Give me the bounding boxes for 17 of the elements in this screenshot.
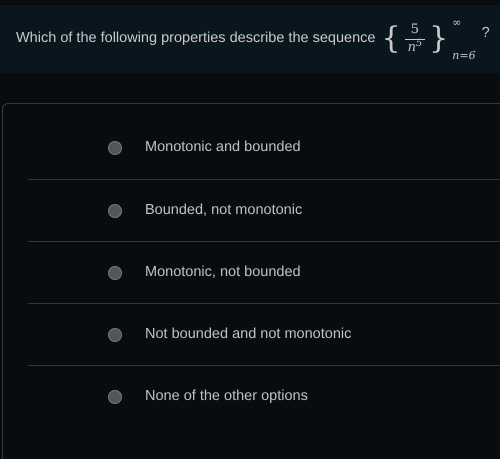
upper-limit: ∞ [452,17,462,28]
question-mark: ? [482,24,490,44]
option-label[interactable]: None of the other options [145,386,308,408]
radio-button[interactable] [108,141,122,155]
radio-button[interactable] [108,266,122,280]
radio-button[interactable] [108,204,122,218]
math-brace: } [429,24,448,54]
option-label[interactable]: Monotonic and bounded [145,137,301,159]
lower-limit: n=6 [452,50,476,61]
radio-button[interactable] [108,390,122,404]
option-label[interactable]: Bounded, not monotonic [145,200,302,222]
question-text: Which of the following properties describe the sequence [16,29,376,48]
math-brace: { [381,24,401,54]
option-label[interactable]: Not bounded and not monotonic [145,324,352,346]
fraction-numerator: 5 [410,22,420,38]
radio-button[interactable] [108,328,122,342]
option-label[interactable]: Monotonic, not bounded [145,262,301,284]
